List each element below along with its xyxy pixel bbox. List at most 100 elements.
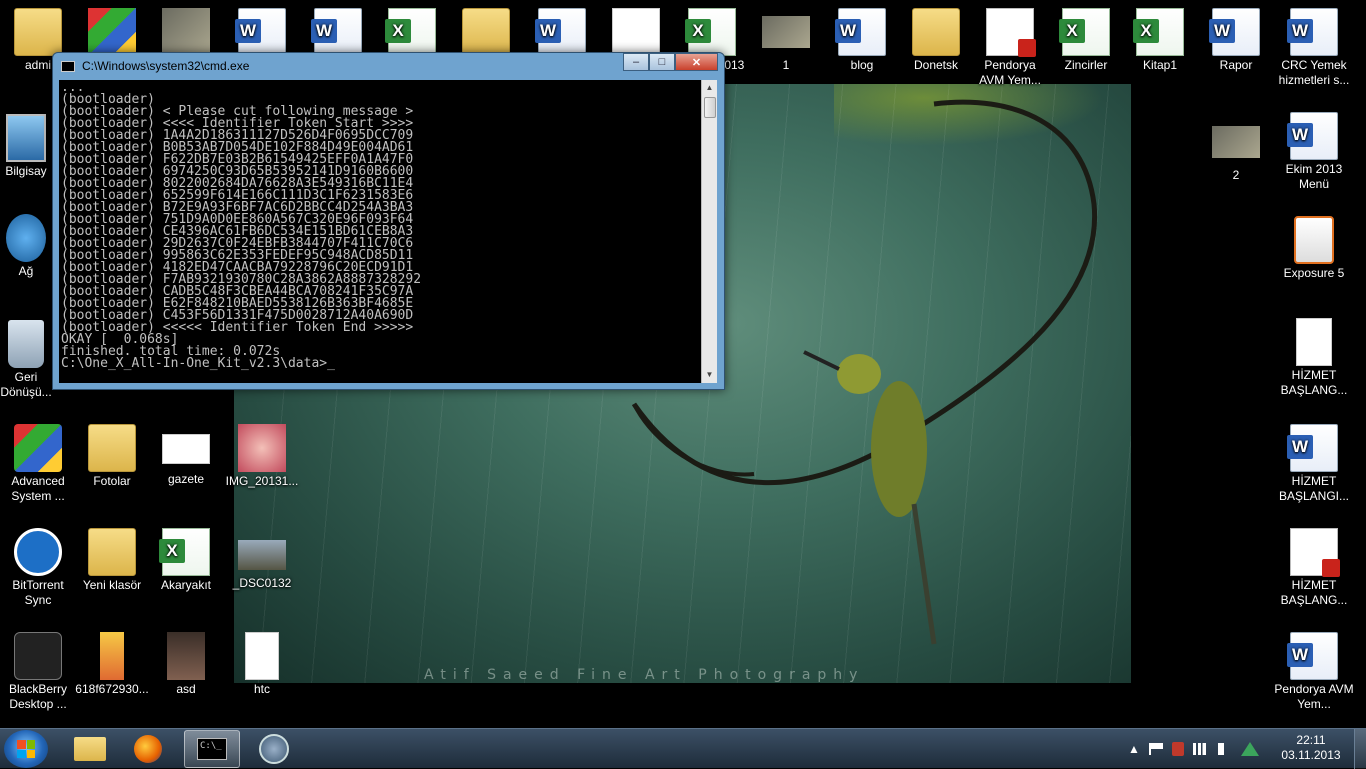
excel-document-icon (1133, 8, 1184, 56)
windows-logo-icon (17, 740, 35, 758)
taskbar-clock[interactable]: 22:11 03.11.2013 (1280, 733, 1342, 763)
desktop-icon-donetsk[interactable]: Donetsk (898, 8, 974, 73)
scroll-down-arrow-icon[interactable]: ▼ (702, 367, 717, 383)
desktop-icon-recycle-bin[interactable]: Geri Dönüşü... (0, 320, 52, 400)
app-icon (88, 8, 136, 56)
desktop-icon-exposure5[interactable]: Exposure 5 (1274, 216, 1354, 281)
word-document-icon (311, 8, 362, 56)
folder-icon (88, 528, 136, 576)
word-document-icon (535, 8, 586, 56)
taskbar-firefox-button[interactable] (120, 730, 176, 768)
google-drive-icon[interactable] (1240, 742, 1259, 756)
window-titlebar[interactable]: C:\Windows\system32\cmd.exe – □ ✕ (53, 53, 724, 79)
minimize-button[interactable]: – (623, 53, 649, 71)
desktop-icon-blog[interactable]: blog (824, 8, 900, 73)
desktop-icon-photo[interactable] (148, 8, 224, 58)
taskbar-app-button[interactable] (246, 730, 302, 768)
word-document-icon (1287, 632, 1338, 680)
desktop-icon-excel-1[interactable] (374, 8, 450, 58)
desktop-icon-yeni-klasor[interactable]: Yeni klasör (74, 528, 150, 593)
desktop-icon-gazete[interactable]: gazete (148, 424, 224, 487)
start-button[interactable] (4, 730, 48, 768)
folder-icon (912, 8, 960, 56)
desktop-icon-pendorya-pdf[interactable]: Pendorya AVM Yem... (972, 8, 1048, 88)
desktop-icon-img-2013[interactable]: IMG_20131... (224, 424, 300, 489)
desktop-icon-zincirler[interactable]: Zincirler (1048, 8, 1124, 73)
photo-icon (238, 424, 286, 472)
volume-speaker-icon[interactable] (1217, 743, 1232, 755)
console-icon: C:\_ (197, 738, 227, 760)
folder-icon (74, 737, 106, 761)
desktop-icon-computer[interactable]: Bilgisay (0, 114, 52, 179)
desktop-icon-rapor[interactable]: Rapor (1198, 8, 1274, 73)
desktop-icon-pendorya-word[interactable]: Pendorya AVM Yem... (1274, 632, 1354, 712)
desktop-icon-dsc0132[interactable]: _DSC0132 (224, 528, 300, 591)
cmd-window[interactable]: C:\Windows\system32\cmd.exe – □ ✕ ... (bo… (52, 52, 725, 390)
desktop-icon-doc-1[interactable] (598, 8, 674, 58)
desktop-icon-hizmet-1[interactable]: HİZMET BAŞLANG... (1274, 318, 1354, 398)
desktop-icon-bittorrent-sync[interactable]: BitTorrent Sync (0, 528, 76, 608)
clock-date: 03.11.2013 (1281, 748, 1341, 762)
desktop-icon-blackberry[interactable]: BlackBerry Desktop ... (0, 632, 76, 712)
desktop-icon-advanced-system[interactable]: Advanced System ... (0, 424, 76, 504)
taskbar-explorer-button[interactable] (62, 730, 118, 768)
wallpaper-watermark: Atif Saeed Fine Art Photography (424, 667, 865, 683)
desktop-icon-crc-yemek[interactable]: CRC Yemek hizmetleri s... (1274, 8, 1354, 88)
show-hidden-icons-arrow-icon[interactable]: ▲ (1128, 742, 1140, 756)
desktop-icon-word-2[interactable] (300, 8, 376, 58)
folder-icon (14, 8, 62, 56)
desktop-icon-network[interactable]: Ağ (0, 214, 52, 279)
photo-icon (100, 632, 124, 680)
desktop-icon-folder-1[interactable] (448, 8, 524, 58)
desktop-icon-htc[interactable]: htc (224, 632, 300, 697)
photo-icon (167, 632, 205, 680)
word-document-icon (1287, 8, 1338, 56)
blackberry-icon (14, 632, 62, 680)
document-icon (612, 8, 660, 56)
excel-document-icon (385, 8, 436, 56)
folder-icon (88, 424, 136, 472)
desktop-icon-word-1[interactable] (224, 8, 300, 58)
console-icon (61, 61, 75, 72)
app-triangle-icon (259, 734, 289, 764)
desktop-icon-hizmet-2[interactable]: HİZMET BAŞLANGI... (1274, 424, 1354, 504)
desktop-icon-hizmet-pdf[interactable]: HİZMET BAŞLANG... (1274, 528, 1354, 608)
desktop-icon-fotolar[interactable]: Fotolar (74, 424, 150, 489)
show-desktop-button[interactable] (1354, 729, 1366, 769)
excel-document-icon (685, 8, 736, 56)
computer-icon (6, 114, 46, 162)
desktop-icon-ekim-2013-menu[interactable]: Ekim 2013 Menü (1274, 112, 1354, 192)
excel-document-icon (159, 528, 210, 576)
action-center-flag-icon[interactable] (1148, 743, 1163, 755)
desktop-icon-618f[interactable]: 618f672930... (74, 632, 150, 697)
firefox-icon (134, 735, 162, 763)
taskbar: C:\_ ▲ 22:11 03.11.2013 (0, 728, 1366, 769)
desktop-icon-photo-2[interactable]: 2 (1198, 118, 1274, 183)
photo-icon (162, 8, 210, 56)
clock-time: 22:11 (1296, 733, 1326, 747)
desktop-icon-photo-1[interactable]: 1 (748, 8, 824, 73)
desktop-icon-app[interactable] (74, 8, 150, 58)
taskbar-cmd-button[interactable]: C:\_ (184, 730, 240, 768)
desktop-icon-akaryakit[interactable]: Akaryakıt (148, 528, 224, 593)
scroll-up-arrow-icon[interactable]: ▲ (702, 80, 717, 96)
vertical-scrollbar[interactable]: ▲ ▼ (701, 80, 717, 383)
desktop-icon-word-3[interactable] (524, 8, 600, 58)
console-output[interactable]: ... (bootloader) (bootloader) < Please cut… (59, 80, 704, 383)
word-document-icon (1287, 112, 1338, 160)
folder-icon (462, 8, 510, 56)
exposure-app-icon (1294, 216, 1334, 264)
network-globe-icon (6, 214, 46, 262)
desktop-icon-asd[interactable]: asd (148, 632, 224, 697)
excel-document-icon (1059, 8, 1110, 56)
device-icon[interactable] (1171, 742, 1184, 756)
document-icon (1296, 318, 1332, 366)
close-button[interactable]: ✕ (675, 53, 718, 71)
desktop-icon-kitap1[interactable]: Kitap1 (1122, 8, 1198, 73)
scroll-thumb[interactable] (704, 97, 716, 118)
window-title: C:\Windows\system32\cmd.exe (82, 59, 250, 73)
system-tray: ▲ (1128, 729, 1259, 769)
signal-bars-icon[interactable] (1192, 743, 1209, 755)
photo-icon (1212, 126, 1260, 158)
maximize-button[interactable]: □ (649, 53, 675, 71)
